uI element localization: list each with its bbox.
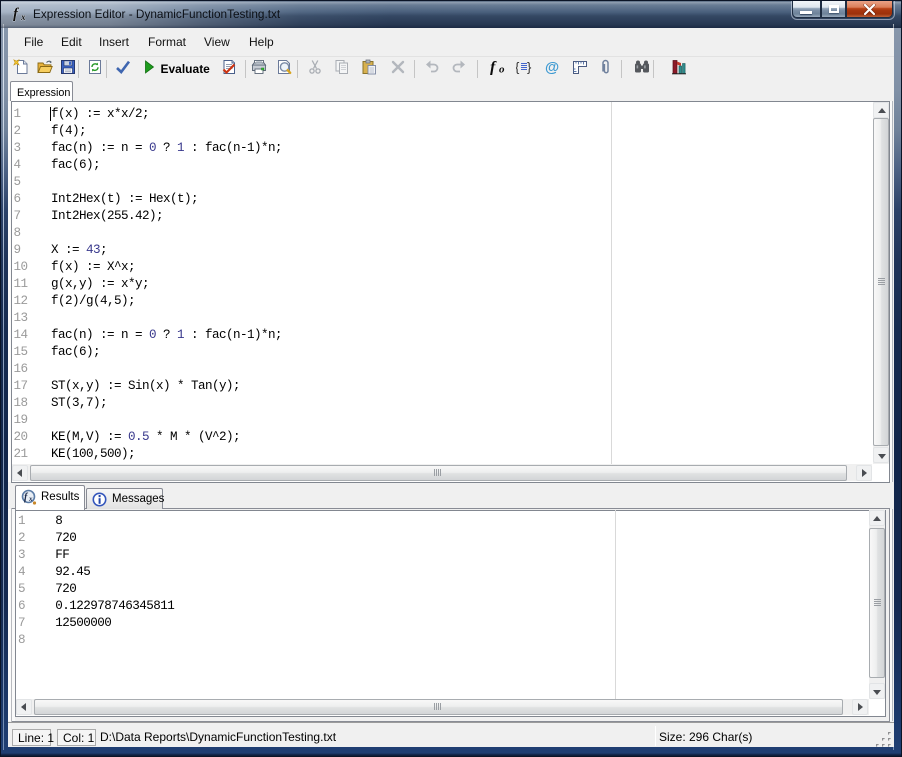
svg-text:}: } [527, 60, 532, 75]
svg-text:x: x [28, 495, 33, 503]
svg-text:@: @ [545, 60, 559, 75]
svg-text:{: { [516, 60, 520, 75]
svg-text:x: x [20, 12, 26, 22]
svg-text:f: f [490, 59, 497, 75]
svg-text:o: o [499, 64, 505, 76]
svg-text:f: f [13, 6, 20, 22]
